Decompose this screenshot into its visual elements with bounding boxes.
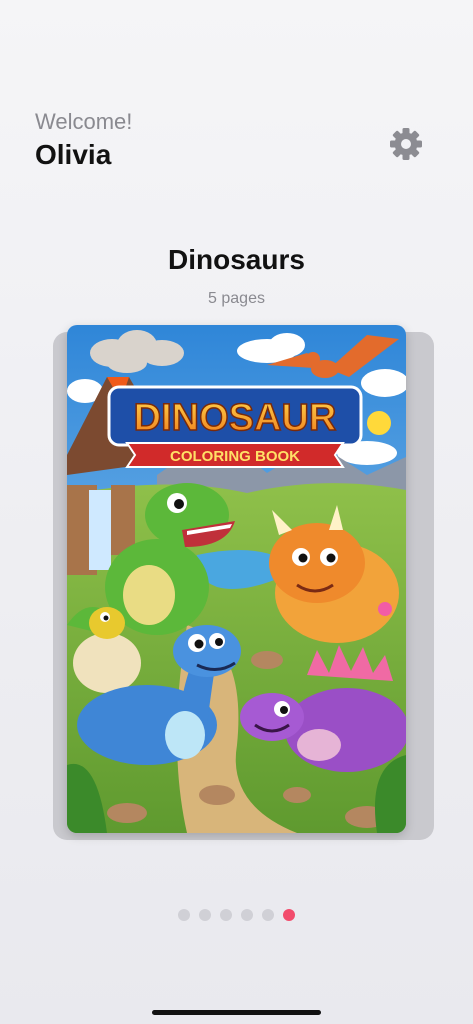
page-indicator — [0, 909, 473, 921]
welcome-header: Welcome! Olivia — [35, 108, 132, 172]
page-dot[interactable] — [199, 909, 211, 921]
page-dot[interactable] — [262, 909, 274, 921]
cover-ribbon: COLORING BOOK — [170, 448, 300, 465]
book-cover[interactable]: DINOSAUR COLORING BOOK — [67, 325, 406, 833]
book-title: Dinosaurs — [168, 244, 305, 275]
cover-headline: DINOSAUR — [134, 397, 337, 439]
settings-button[interactable] — [386, 124, 426, 164]
page-dot[interactable] — [220, 909, 232, 921]
user-name: Olivia — [35, 139, 112, 170]
page-dot[interactable] — [241, 909, 253, 921]
cover-illustration: DINOSAUR COLORING BOOK — [67, 325, 406, 833]
home-indicator[interactable] — [152, 1010, 321, 1015]
gear-icon — [390, 128, 422, 160]
page-dot[interactable] — [178, 909, 190, 921]
page-count: 5 pages — [208, 290, 265, 307]
page-dot-active[interactable] — [283, 909, 295, 921]
welcome-text: Welcome! — [35, 109, 133, 134]
